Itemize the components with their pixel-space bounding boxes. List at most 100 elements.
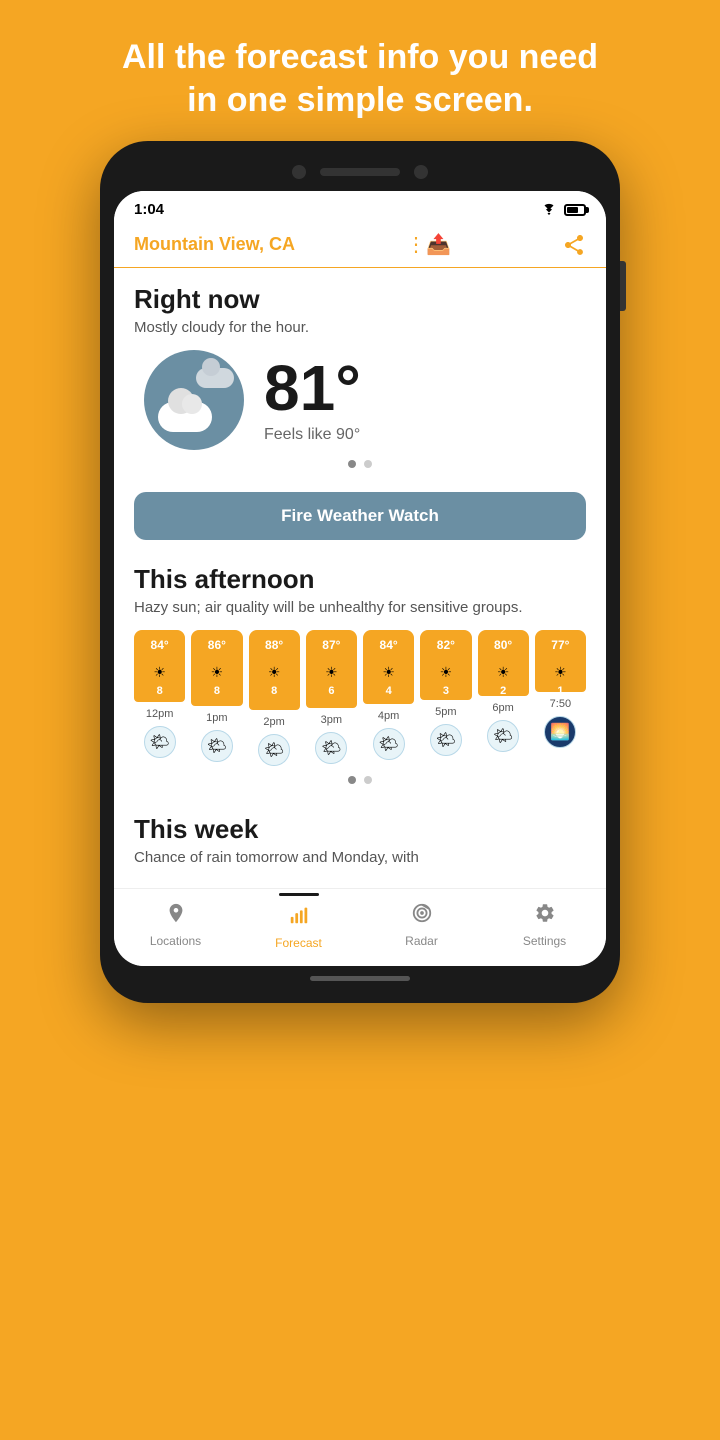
hour-temp: 84° [151,638,169,652]
week-subtitle: Chance of rain tomorrow and Monday, with [134,849,586,866]
dot-active-2 [348,776,356,784]
phone-notch [114,155,606,191]
hour-label: 5pm [435,706,456,718]
forecast-nav-label: Forecast [275,936,322,950]
alert-banner[interactable]: Fire Weather Watch [134,492,586,540]
temperature-block: 81° Feels like 90° [264,356,361,444]
weather-icon-circle [144,350,244,450]
uv-index: 4 [386,685,392,697]
hour-weather-icon: 🌤 [258,734,290,766]
locations-nav-icon [165,902,187,930]
settings-nav-icon [534,902,556,930]
uv-index: 6 [328,685,334,697]
battery-icon [564,204,586,216]
hour-bar: 84° ☀ 8 [134,630,185,702]
hour-weather-icon: 🌤 [144,726,176,758]
locations-nav-label: Locations [150,934,201,948]
hour-label: 3pm [321,714,342,726]
cloud-small [196,368,234,388]
hour-weather-icon: 🌤 [373,728,405,760]
hour-bar: 88° ☀ 8 [249,630,300,710]
week-section: This week Chance of rain tomorrow and Mo… [114,800,606,888]
share-icon[interactable]: ⋮📤 [406,232,451,257]
hour-col: 86° ☀ 8 1pm 🌤 [191,630,242,766]
dot-inactive [364,460,372,468]
afternoon-section: This afternoon Hazy sun; air quality wil… [114,554,606,800]
nav-active-indicator [279,893,319,896]
hour-weather-icon: 🌤 [430,724,462,756]
nav-item-forecast[interactable]: Forecast [237,899,360,950]
phone-device: 1:04 Mountain View, CA ⋮📤 [100,141,620,1003]
nav-item-locations[interactable]: Locations [114,902,237,948]
front-camera-2 [414,165,428,179]
dot-active [348,460,356,468]
current-weather-display: 81° Feels like 90° [134,350,586,450]
location-text: Mountain View, CA [134,234,295,255]
hour-weather-icon: 🌤 [487,720,519,752]
sun-icon-small: ☀ [554,664,567,681]
hour-temp: 88° [265,638,283,652]
hour-label: 7:50 [550,698,571,710]
right-now-subtitle: Mostly cloudy for the hour. [134,319,586,336]
location-bar[interactable]: Mountain View, CA ⋮📤 [114,224,606,268]
radar-nav-label: Radar [405,934,438,948]
headline: All the forecast info you need in one si… [62,0,658,141]
afternoon-title: This afternoon [134,564,586,595]
forecast-nav-icon [288,904,310,932]
phone-screen: 1:04 Mountain View, CA ⋮📤 [114,191,606,966]
alert-text: Fire Weather Watch [281,506,439,525]
page-indicator-2 [134,766,586,792]
hour-temp: 86° [208,638,226,652]
hour-label: 1pm [206,712,227,724]
right-now-title: Right now [134,284,586,315]
hour-weather-icon: 🌅 [544,716,576,748]
uv-index: 8 [157,685,163,697]
share-icon-svg[interactable] [562,233,586,257]
page-indicator-1 [134,450,586,476]
hour-col: 87° ☀ 6 3pm 🌤 [306,630,357,766]
hour-weather-icon: 🌤 [201,730,233,762]
hour-col: 80° ☀ 2 6pm 🌤 [478,630,529,766]
hour-temp: 87° [322,638,340,652]
right-now-section: Right now Mostly cloudy for the hour. 81… [114,268,606,488]
status-bar: 1:04 [114,191,606,224]
hour-bar: 80° ☀ 2 [478,630,529,696]
headline-line2: in one simple screen. [187,81,533,119]
uv-index: 3 [443,685,449,697]
hour-temp: 77° [551,638,569,652]
bottom-nav: Locations Forecast Radar Settings [114,888,606,966]
hour-label: 6pm [492,702,513,714]
hour-col: 82° ☀ 3 5pm 🌤 [420,630,471,766]
sun-icon-small: ☀ [440,664,453,681]
phone-bottom-bar [114,966,606,989]
hourly-grid: 84° ☀ 8 12pm🌤 86° ☀ 8 1pm🌤 88° ☀ 8 2pm🌤 … [134,630,586,766]
hour-temp: 82° [437,638,455,652]
hour-label: 4pm [378,710,399,722]
hour-weather-icon: 🌤 [315,732,347,764]
home-bar[interactable] [310,976,410,981]
radar-nav-icon [411,902,433,930]
hour-col: 77° ☀ 1 7:50 🌅 [535,630,586,766]
nav-item-settings[interactable]: Settings [483,902,606,948]
hour-temp: 84° [380,638,398,652]
battery-fill [567,207,578,213]
front-camera [292,165,306,179]
temperature-value: 81° [264,356,361,420]
hour-bar: 86° ☀ 8 [191,630,242,706]
status-time: 1:04 [134,201,164,218]
uv-index: 8 [214,685,220,697]
sun-icon-small: ☀ [382,664,395,681]
hour-bar: 77° ☀ 1 [535,630,586,692]
hour-label: 2pm [263,716,284,728]
sun-icon-small: ☀ [268,664,281,681]
nav-item-radar[interactable]: Radar [360,902,483,948]
uv-index: 8 [271,685,277,697]
settings-nav-label: Settings [523,934,566,948]
sun-icon-small: ☀ [153,664,166,681]
phone-side-button [620,261,626,311]
sun-icon-small: ☀ [325,664,338,681]
hour-col: 88° ☀ 8 2pm 🌤 [249,630,300,766]
wifi-icon [540,203,558,217]
hour-bar: 84° ☀ 4 [363,630,414,704]
hour-label: 12pm [146,708,174,720]
